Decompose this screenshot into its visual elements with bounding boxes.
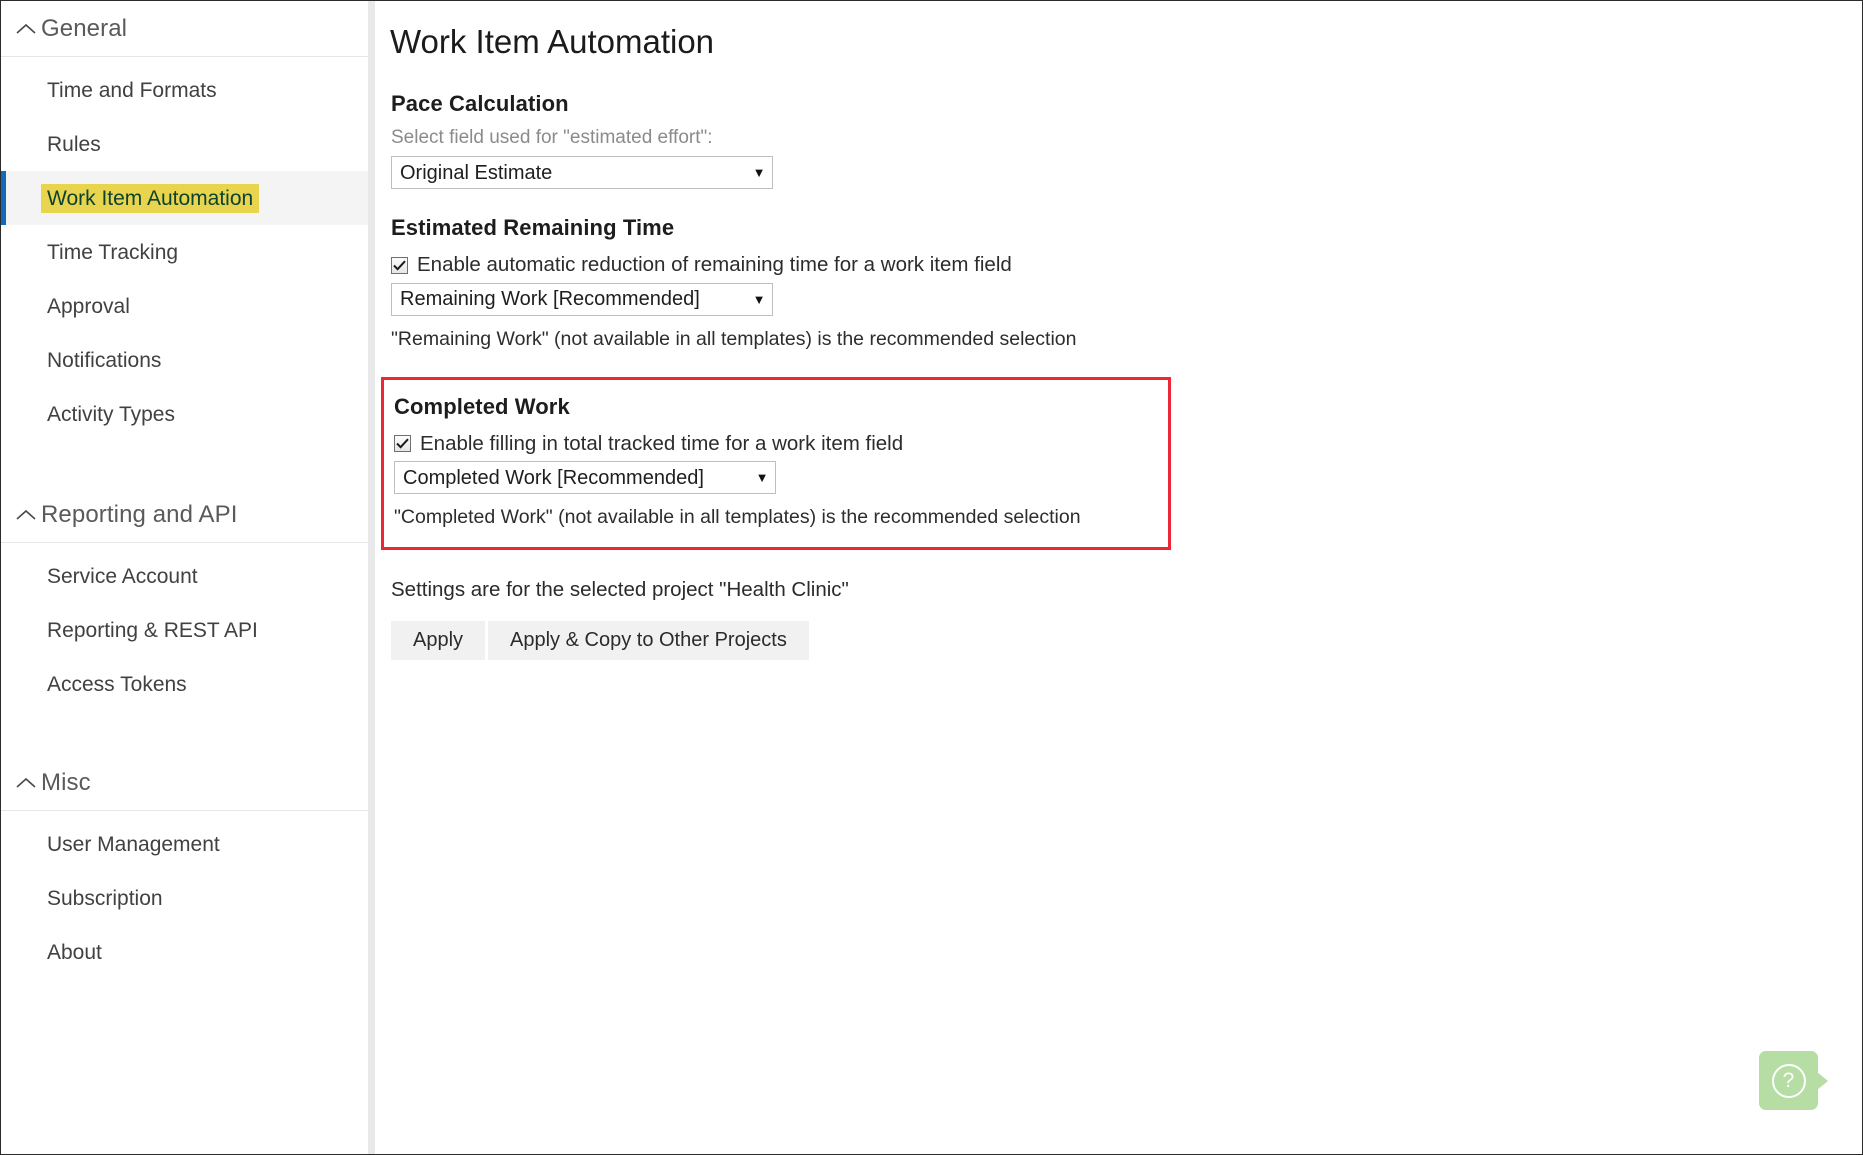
pace-heading: Pace Calculation: [391, 91, 569, 116]
sidebar-item-label: About: [47, 940, 102, 964]
sidebar-section-misc[interactable]: Misc: [1, 755, 368, 811]
sidebar-group-misc: User Management Subscription About: [1, 811, 368, 979]
sidebar-item-activity-types[interactable]: Activity Types: [1, 387, 368, 441]
sidebar-item-label: Notifications: [47, 348, 162, 372]
sidebar-item-label: User Management: [47, 832, 220, 856]
remaining-hint: "Remaining Work" (not available in all t…: [391, 327, 1077, 350]
sidebar-item-label: Access Tokens: [47, 672, 187, 696]
sidebar-item-label: Reporting & REST API: [47, 618, 258, 642]
sidebar-item-approval[interactable]: Approval: [1, 279, 368, 333]
select-value: Completed Work [Recommended]: [403, 467, 704, 488]
estimated-effort-field-select[interactable]: Original Estimate ▼: [391, 156, 773, 189]
enable-remaining-reduction-checkbox[interactable]: [391, 256, 408, 274]
sidebar-item-notifications[interactable]: Notifications: [1, 333, 368, 387]
remaining-heading: Estimated Remaining Time: [391, 215, 675, 240]
settings-content: Work Item Automation Pace Calculation Se…: [375, 1, 1862, 1154]
sidebar-item-label: Time Tracking: [47, 240, 179, 264]
completed-checkbox-row[interactable]: Enable filling in total tracked time for…: [394, 431, 1168, 455]
section-completed-work-highlighted: Completed Work Enable filling in total t…: [381, 376, 1171, 550]
enable-completed-work-checkbox[interactable]: [394, 435, 411, 453]
sidebar-divider: [368, 1, 375, 1154]
chevron-down-icon: ▼: [755, 470, 769, 485]
page-title: Work Item Automation: [390, 23, 715, 60]
chevron-up-icon: [11, 509, 41, 521]
select-value: Original Estimate: [400, 162, 553, 183]
sidebar-item-label: Service Account: [47, 564, 198, 588]
sidebar-section-general[interactable]: General: [1, 1, 368, 57]
sidebar-section-label: Reporting and API: [41, 500, 238, 528]
sidebar-section-reporting-and-api[interactable]: Reporting and API: [1, 487, 368, 543]
sidebar-item-access-tokens[interactable]: Access Tokens: [1, 657, 368, 711]
checkbox-label: Enable automatic reduction of remaining …: [417, 253, 1012, 276]
apply-and-copy-button[interactable]: Apply & Copy to Other Projects: [488, 621, 809, 660]
chevron-down-icon: ▼: [752, 165, 766, 180]
section-estimated-remaining-time: Estimated Remaining Time Enable automati…: [391, 215, 1862, 351]
remaining-checkbox-row[interactable]: Enable automatic reduction of remaining …: [391, 253, 1862, 276]
checkbox-label: Enable filling in total tracked time for…: [420, 431, 904, 455]
section-apply-footer: Settings are for the selected project "H…: [391, 578, 1862, 660]
sidebar-item-reporting-rest-api[interactable]: Reporting & REST API: [1, 603, 368, 657]
help-button[interactable]: ?: [1759, 1051, 1818, 1110]
remaining-time-field-select[interactable]: Remaining Work [Recommended] ▼: [391, 282, 773, 316]
sidebar-item-time-tracking[interactable]: Time Tracking: [1, 225, 368, 279]
completed-hint: "Completed Work" (not available in all t…: [394, 506, 1081, 528]
completed-work-field-select[interactable]: Completed Work [Recommended] ▼: [394, 461, 776, 494]
chevron-down-icon: ▼: [752, 291, 766, 307]
sidebar-section-label: General: [41, 14, 128, 42]
completed-heading: Completed Work: [394, 393, 570, 419]
section-pace-calculation: Pace Calculation Select field used for "…: [391, 91, 1862, 189]
sidebar-group-reporting: Service Account Reporting & REST API Acc…: [1, 543, 368, 711]
sidebar-item-label: Approval: [47, 294, 130, 318]
sidebar-item-user-management[interactable]: User Management: [1, 817, 368, 871]
settings-window: General Time and Formats Rules Work Item…: [0, 0, 1863, 1155]
sidebar-item-service-account[interactable]: Service Account: [1, 549, 368, 603]
sidebar-item-work-item-automation[interactable]: Work Item Automation: [1, 171, 368, 225]
pace-field-label: Select field used for "estimated effort"…: [391, 127, 713, 148]
sidebar-item-subscription[interactable]: Subscription: [1, 871, 368, 925]
sidebar-item-about[interactable]: About: [1, 925, 368, 979]
chevron-up-icon: [11, 23, 41, 35]
sidebar-item-label: Rules: [47, 132, 101, 156]
sidebar-item-time-and-formats[interactable]: Time and Formats: [1, 63, 368, 117]
sidebar-item-label: Time and Formats: [47, 78, 217, 102]
sidebar-group-general: Time and Formats Rules Work Item Automat…: [1, 57, 368, 441]
sidebar-item-rules[interactable]: Rules: [1, 117, 368, 171]
question-mark-icon: ?: [1771, 1063, 1806, 1098]
sidebar-item-label: Subscription: [47, 886, 163, 910]
sidebar-item-label: Activity Types: [47, 402, 175, 426]
settings-sidebar: General Time and Formats Rules Work Item…: [1, 1, 368, 1154]
chevron-up-icon: [11, 777, 41, 789]
apply-button[interactable]: Apply: [391, 621, 486, 660]
selected-project-note: Settings are for the selected project "H…: [391, 578, 849, 601]
sidebar-item-label: Work Item Automation: [41, 183, 260, 213]
select-value: Remaining Work [Recommended]: [400, 289, 700, 309]
button-row: Apply Apply & Copy to Other Projects: [391, 621, 1862, 660]
sidebar-section-label: Misc: [41, 768, 91, 796]
